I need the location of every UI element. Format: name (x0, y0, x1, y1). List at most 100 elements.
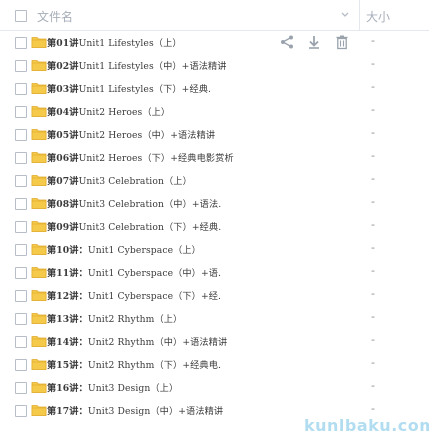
file-row[interactable]: 第11讲：Unit1 Cyberspace（中）+语. - (0, 261, 429, 284)
row-checkbox[interactable] (15, 152, 27, 164)
file-row[interactable]: 第01讲Unit1 Lifestyles（上） - (0, 31, 429, 54)
file-name[interactable]: 第16讲：Unit3 Design（上） (47, 380, 178, 394)
file-title: Unit3 Design（中）+语法精讲 (87, 406, 224, 417)
folder-icon (31, 290, 47, 301)
file-title: Unit1 Lifestyles（下）+经典. (78, 84, 212, 95)
file-row[interactable]: 第05讲Unit2 Heroes（中）+语法精讲 - (0, 123, 429, 146)
row-checkbox[interactable] (15, 83, 27, 95)
row-checkbox[interactable] (15, 37, 27, 49)
file-lecture-number: 第10讲： (47, 245, 88, 256)
file-row[interactable]: 第10讲：Unit1 Cyberspace（上） - (0, 238, 429, 261)
share-icon[interactable] (279, 34, 295, 50)
file-name[interactable]: 第13讲：Unit2 Rhythm（上） (47, 311, 182, 325)
file-row[interactable]: 第04讲Unit2 Heroes（上） - (0, 100, 429, 123)
row-checkbox[interactable] (15, 244, 27, 256)
file-lecture-number: 第07讲 (47, 176, 79, 187)
file-title: Unit3 Celebration（上） (78, 176, 192, 187)
file-name[interactable]: 第04讲Unit2 Heroes（上） (47, 104, 170, 118)
file-size: - (371, 172, 375, 185)
row-checkbox[interactable] (15, 267, 27, 279)
file-name[interactable]: 第09讲Unit3 Celebration（下）+经典. (47, 219, 221, 233)
file-lecture-number: 第04讲 (47, 107, 79, 118)
folder-icon (31, 106, 47, 117)
file-row[interactable]: 第07讲Unit3 Celebration（上） - (0, 169, 429, 192)
file-title: Unit3 Design（上） (87, 383, 179, 394)
file-size: - (371, 356, 375, 369)
select-all-checkbox[interactable] (15, 10, 27, 22)
column-header-size[interactable]: 大小 (366, 8, 390, 25)
file-name[interactable]: 第08讲Unit3 Celebration（中）+语法. (47, 196, 221, 210)
file-title: Unit2 Heroes（下）+经典电影赏析 (78, 153, 234, 164)
file-name[interactable]: 第12讲：Unit1 Cyberspace（下）+经. (47, 288, 221, 302)
row-checkbox[interactable] (15, 382, 27, 394)
file-title: Unit2 Rhythm（上） (87, 314, 183, 325)
folder-icon (31, 313, 47, 324)
file-row[interactable]: 第13讲：Unit2 Rhythm（上） - (0, 307, 429, 330)
file-lecture-number: 第16讲： (47, 383, 88, 394)
row-checkbox[interactable] (15, 313, 27, 325)
file-name[interactable]: 第11讲：Unit1 Cyberspace（中）+语. (47, 265, 221, 279)
file-list-header: 文件名 大小 (0, 0, 429, 31)
row-checkbox[interactable] (15, 336, 27, 348)
file-title: Unit2 Rhythm（下）+经典电. (87, 360, 222, 371)
file-name[interactable]: 第01讲Unit1 Lifestyles（上） (47, 35, 182, 49)
row-actions (279, 34, 351, 50)
file-name[interactable]: 第02讲Unit1 Lifestyles（中）+语法精讲 (47, 58, 227, 72)
file-name[interactable]: 第05讲Unit2 Heroes（中）+语法精讲 (47, 127, 215, 141)
row-checkbox[interactable] (15, 221, 27, 233)
file-row[interactable]: 第09讲Unit3 Celebration（下）+经典. - (0, 215, 429, 238)
file-name[interactable]: 第17讲：Unit3 Design（中）+语法精讲 (47, 403, 223, 417)
file-size: - (371, 287, 375, 300)
download-icon[interactable] (306, 34, 322, 50)
file-row[interactable]: 第15讲：Unit2 Rhythm（下）+经典电. - (0, 353, 429, 376)
row-checkbox[interactable] (15, 175, 27, 187)
row-checkbox[interactable] (15, 129, 27, 141)
file-row[interactable]: 第14讲：Unit2 Rhythm（中）+语法精讲 - (0, 330, 429, 353)
row-checkbox[interactable] (15, 60, 27, 72)
file-title: Unit2 Heroes（上） (78, 107, 171, 118)
file-size: - (371, 34, 375, 47)
file-lecture-number: 第02讲 (47, 61, 79, 72)
file-size: - (371, 195, 375, 208)
row-checkbox[interactable] (15, 106, 27, 118)
file-size: - (371, 57, 375, 70)
file-row[interactable]: 第02讲Unit1 Lifestyles（中）+语法精讲 - (0, 54, 429, 77)
file-lecture-number: 第15讲： (47, 360, 88, 371)
file-title: Unit1 Cyberspace（上） (87, 245, 201, 256)
file-size: - (371, 80, 375, 93)
file-row[interactable]: 第12讲：Unit1 Cyberspace（下）+经. - (0, 284, 429, 307)
file-title: Unit1 Cyberspace（中）+语. (87, 268, 222, 279)
file-row[interactable]: 第16讲：Unit3 Design（上） - (0, 376, 429, 399)
file-size: - (371, 310, 375, 323)
column-header-name[interactable]: 文件名 (37, 8, 73, 25)
row-checkbox[interactable] (15, 198, 27, 210)
row-checkbox[interactable] (15, 359, 27, 371)
file-row[interactable]: 第03讲Unit1 Lifestyles（下）+经典. - (0, 77, 429, 100)
file-name[interactable]: 第06讲Unit2 Heroes（下）+经典电影赏析 (47, 150, 234, 164)
chevron-down-icon[interactable] (340, 9, 350, 19)
file-name[interactable]: 第15讲：Unit2 Rhythm（下）+经典电. (47, 357, 221, 371)
file-row[interactable]: 第08讲Unit3 Celebration（中）+语法. - (0, 192, 429, 215)
file-name[interactable]: 第07讲Unit3 Celebration（上） (47, 173, 192, 187)
file-lecture-number: 第03讲 (47, 84, 79, 95)
trash-icon[interactable] (334, 34, 350, 50)
file-name[interactable]: 第14讲：Unit2 Rhythm（中）+语法精讲 (47, 334, 227, 348)
column-divider (359, 0, 360, 30)
file-lecture-number: 第12讲： (47, 291, 88, 302)
file-size: - (371, 402, 375, 415)
folder-icon (31, 336, 47, 347)
row-checkbox[interactable] (15, 290, 27, 302)
row-checkbox[interactable] (15, 405, 27, 417)
folder-icon (31, 267, 47, 278)
file-lecture-number: 第09讲 (47, 222, 79, 233)
folder-icon (31, 83, 47, 94)
file-name[interactable]: 第03讲Unit1 Lifestyles（下）+经典. (47, 81, 211, 95)
file-name[interactable]: 第10讲：Unit1 Cyberspace（上） (47, 242, 201, 256)
file-lecture-number: 第05讲 (47, 130, 79, 141)
file-title: Unit3 Celebration（中）+语法. (78, 199, 222, 210)
file-lecture-number: 第14讲： (47, 337, 88, 348)
folder-icon (31, 221, 47, 232)
folder-icon (31, 129, 47, 140)
file-lecture-number: 第06讲 (47, 153, 79, 164)
file-row[interactable]: 第06讲Unit2 Heroes（下）+经典电影赏析 - (0, 146, 429, 169)
